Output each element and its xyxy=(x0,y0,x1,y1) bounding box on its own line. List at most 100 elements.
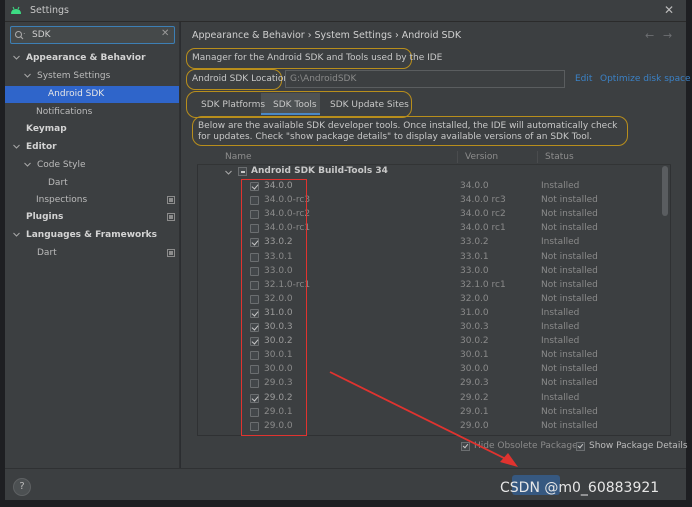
cell-version: 34.0.0 xyxy=(460,181,489,191)
description-highlight: Manager for the Android SDK and Tools us… xyxy=(186,48,442,69)
show-details-label: Show Package Details xyxy=(589,441,688,451)
table-header: Name Version Status xyxy=(197,149,671,165)
cell-version: 29.0.3 xyxy=(460,378,489,389)
cell-status: Not installed xyxy=(541,279,598,290)
cell-version: 29.0.1 xyxy=(460,406,489,417)
cell-version: 30.0.0 xyxy=(460,364,489,375)
annotation-red-box xyxy=(241,179,307,436)
sidebar-item-keymap[interactable]: Keymap xyxy=(5,121,179,138)
sidebar-item-plugins[interactable]: Plugins xyxy=(5,209,179,226)
sidebar-item-label: Notifications xyxy=(36,107,93,117)
sidebar-item-label: Keymap xyxy=(26,124,67,134)
search-value: SDK xyxy=(32,30,51,40)
cell-status: Installed xyxy=(541,392,580,403)
column-header-version[interactable]: Version xyxy=(465,152,498,162)
cell-version: 30.0.2 xyxy=(460,336,489,347)
chevron-down-icon xyxy=(13,232,20,237)
sidebar-item-label: Appearance & Behavior xyxy=(26,53,146,63)
cell-version: 32.0.0 xyxy=(460,293,489,304)
cell-status: Not installed xyxy=(541,406,598,417)
cell-status: Installed xyxy=(541,322,580,332)
window-title: Settings xyxy=(30,5,69,16)
tab-sdk-update-sites[interactable]: SDK Update Sites xyxy=(330,100,409,110)
background-window-edge xyxy=(0,500,692,507)
back-arrow-icon[interactable]: ← xyxy=(645,29,654,42)
sidebar-item-dart[interactable]: Dart xyxy=(5,245,179,262)
partial-checkbox[interactable] xyxy=(238,167,247,176)
sidebar-item-appearance-behavior[interactable]: Appearance & Behavior xyxy=(5,50,179,67)
cell-version: 32.1.0 rc1 xyxy=(460,279,506,290)
project-scope-icon xyxy=(167,196,175,204)
search-icon xyxy=(14,30,25,40)
sdk-location-label: Android SDK Location: xyxy=(192,74,293,84)
group-label: Android SDK Build-Tools 34 xyxy=(251,166,388,176)
sidebar-item-label: Dart xyxy=(37,248,57,258)
sidebar-item-label: Editor xyxy=(26,142,57,152)
cell-status: Not installed xyxy=(541,265,598,276)
hide-obsolete-label: Hide Obsolete Packages xyxy=(474,441,583,451)
cell-status: Installed xyxy=(541,336,580,347)
project-scope-icon xyxy=(167,249,175,257)
cell-version: 30.0.3 xyxy=(460,322,489,332)
cell-version: 31.0.0 xyxy=(460,307,489,318)
chevron-down-icon xyxy=(24,73,31,78)
sidebar-item-label: Plugins xyxy=(26,212,64,222)
close-icon[interactable]: ✕ xyxy=(662,3,676,17)
sidebar-item-languages-frameworks[interactable]: Languages & Frameworks xyxy=(5,227,179,244)
sidebar-item-label: Code Style xyxy=(37,160,86,170)
android-icon xyxy=(11,6,21,14)
chevron-down-icon xyxy=(225,170,232,175)
cell-status: Not installed xyxy=(541,209,598,220)
help-button[interactable]: ? xyxy=(13,478,31,496)
sdk-description: Manager for the Android SDK and Tools us… xyxy=(192,53,443,63)
cell-status: Installed xyxy=(541,181,580,191)
sidebar-item-system-settings[interactable]: System Settings xyxy=(5,68,179,85)
sidebar-item-notifications[interactable]: Notifications xyxy=(5,104,179,121)
cell-version: 34.0.0 rc3 xyxy=(460,195,506,206)
sidebar-item-inspections[interactable]: Inspections xyxy=(5,192,179,209)
sidebar-item-dart-codestyle[interactable]: Dart xyxy=(5,175,179,192)
table-scrollbar[interactable] xyxy=(662,166,668,216)
optimize-disk-space-link[interactable]: Optimize disk space xyxy=(600,74,691,84)
clear-icon[interactable]: ✕ xyxy=(161,28,171,40)
sidebar-item-label: Inspections xyxy=(36,195,88,205)
sidebar-item-label: Dart xyxy=(48,178,68,188)
cell-status: Installed xyxy=(541,237,580,248)
chevron-down-icon xyxy=(24,162,31,167)
project-scope-icon xyxy=(167,213,175,221)
forward-arrow-icon[interactable]: → xyxy=(663,29,672,42)
cell-status: Not installed xyxy=(541,420,598,431)
show-details-checkbox[interactable] xyxy=(576,442,585,451)
cell-status: Not installed xyxy=(541,293,598,304)
tabs-highlight: SDK Platforms SDK Tools SDK Update Sites xyxy=(186,91,412,118)
hide-obsolete-checkbox[interactable] xyxy=(461,442,470,451)
sdk-location-field[interactable]: G:\AndroidSDK xyxy=(285,70,565,88)
cell-status: Not installed xyxy=(541,251,598,262)
chevron-down-icon xyxy=(13,144,20,149)
column-divider xyxy=(537,151,538,163)
cell-version: 33.0.0 xyxy=(460,265,489,276)
cell-status: Not installed xyxy=(541,350,598,361)
info-highlight: Below are the available SDK developer to… xyxy=(192,116,628,146)
tab-sdk-platforms[interactable]: SDK Platforms xyxy=(201,100,265,110)
edit-link[interactable]: Edit xyxy=(575,74,592,84)
sidebar-item-editor[interactable]: Editor xyxy=(5,139,179,156)
cell-status: Not installed xyxy=(541,223,598,234)
tab-sdk-tools[interactable]: SDK Tools xyxy=(273,100,317,110)
sidebar-item-code-style[interactable]: Code Style xyxy=(5,157,179,174)
sidebar-item-label: Languages & Frameworks xyxy=(26,230,158,240)
column-header-status[interactable]: Status xyxy=(545,152,574,162)
cell-status: Not installed xyxy=(541,378,598,389)
cell-version: 29.0.2 xyxy=(460,392,489,403)
sidebar-item-label: Android SDK xyxy=(48,89,105,99)
cell-version: 33.0.2 xyxy=(460,237,489,248)
sidebar-item-label: System Settings xyxy=(37,71,111,81)
sdk-location-value: G:\AndroidSDK xyxy=(290,74,357,84)
location-label-highlight: Android SDK Location: xyxy=(186,69,292,90)
cell-version: 33.0.1 xyxy=(460,251,489,262)
breadcrumb: Appearance & Behavior › System Settings … xyxy=(192,30,462,41)
cell-status: Installed xyxy=(541,307,580,318)
sidebar-item-android-sdk[interactable]: Android SDK xyxy=(5,86,179,103)
column-header-name[interactable]: Name xyxy=(225,152,252,162)
table-group-row[interactable]: Android SDK Build-Tools 34 xyxy=(198,165,661,179)
